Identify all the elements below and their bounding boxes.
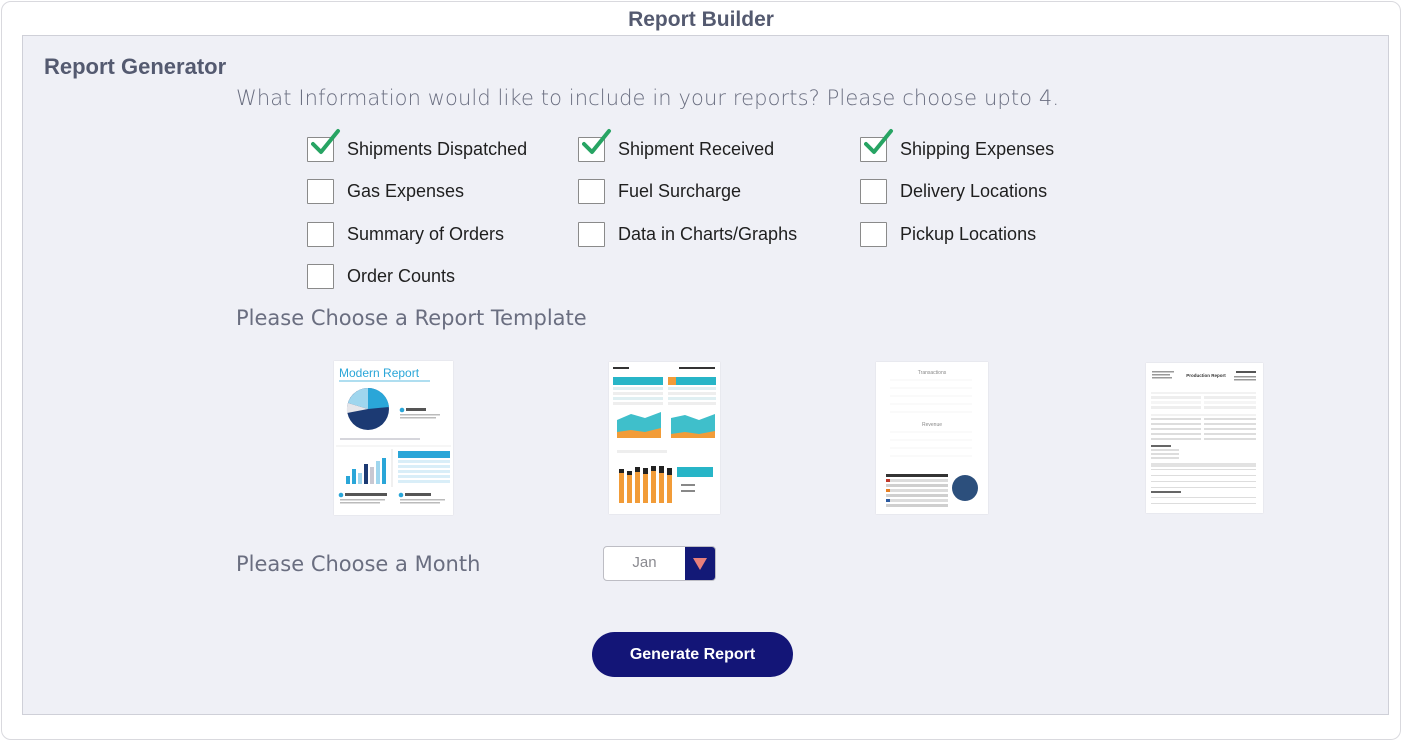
month-dropdown-button[interactable] [685, 547, 715, 580]
month-label: Please Choose a Month [236, 552, 481, 576]
option-label: Data in Charts/Graphs [618, 223, 798, 244]
option-gas-expenses[interactable]: Gas Expenses [307, 177, 464, 205]
section-title: Report Generator [44, 54, 227, 79]
template-transactions-report[interactable]: Transactions Revenue [876, 362, 988, 514]
template-modern-report[interactable]: Modern Report [334, 361, 453, 515]
checkmark-icon [311, 128, 340, 154]
month-select[interactable]: Jan [603, 546, 716, 581]
option-fuel-surcharge[interactable]: Fuel Surcharge [578, 177, 741, 205]
checkbox[interactable] [578, 128, 611, 162]
template-dashboard-report[interactable] [609, 362, 720, 514]
option-shipment-received[interactable]: Shipment Received [578, 128, 775, 163]
template-production-report[interactable]: Production Report [1146, 363, 1263, 513]
checkbox[interactable] [307, 128, 340, 162]
option-label: Shipments Dispatched [347, 138, 528, 159]
checkbox[interactable] [307, 178, 334, 204]
checkmark-icon [582, 128, 611, 154]
checkbox[interactable] [307, 263, 334, 289]
checkbox[interactable] [860, 221, 887, 247]
option-label: Fuel Surcharge [618, 180, 742, 201]
checkbox[interactable] [860, 128, 893, 162]
option-delivery-locations[interactable]: Delivery Locations [860, 177, 1047, 205]
generate-report-button[interactable]: Generate Report [592, 632, 793, 677]
production-report-preview: Production Report [1146, 363, 1263, 513]
option-label: Gas Expenses [347, 180, 465, 201]
modern-report-preview: Modern Report [334, 361, 453, 515]
option-label: Summary of Orders [347, 223, 505, 244]
triangle-down-icon [693, 557, 707, 570]
dashboard-report-preview [609, 362, 720, 514]
transactions-title: Transactions [918, 370, 947, 376]
option-label: Shipping Expenses [900, 138, 1055, 159]
checkmark-icon [864, 128, 893, 154]
revenue-title: Revenue [922, 422, 942, 428]
option-shipping-expenses[interactable]: Shipping Expenses [860, 128, 1055, 163]
report-generator-panel: Report Generator What Information would … [22, 35, 1389, 715]
option-pickup-locations[interactable]: Pickup Locations [860, 220, 1036, 248]
window-title: Report Builder [628, 8, 774, 31]
option-data-in-charts[interactable]: Data in Charts/Graphs [578, 220, 797, 248]
transactions-report-preview: Transactions Revenue [876, 362, 988, 514]
report-builder-window: Report Builder Report Generator What Inf… [1, 1, 1401, 740]
checkbox[interactable] [860, 178, 887, 204]
modern-report-title: Modern Report [339, 366, 420, 380]
option-label: Pickup Locations [900, 223, 1037, 244]
checkbox[interactable] [578, 221, 605, 247]
template-heading: Please Choose a Report Template [236, 306, 587, 330]
option-label: Order Counts [347, 265, 456, 286]
option-summary-of-orders[interactable]: Summary of Orders [307, 220, 504, 248]
option-order-counts[interactable]: Order Counts [307, 262, 455, 290]
info-question: What Information would like to include i… [236, 86, 1060, 110]
checkbox[interactable] [578, 178, 605, 204]
checkbox[interactable] [307, 221, 334, 247]
month-value: Jan [632, 554, 657, 571]
option-label: Shipment Received [618, 138, 775, 159]
production-report-title: Production Report [1186, 373, 1226, 378]
option-shipments-dispatched[interactable]: Shipments Dispatched [307, 128, 528, 163]
option-label: Delivery Locations [900, 180, 1048, 201]
